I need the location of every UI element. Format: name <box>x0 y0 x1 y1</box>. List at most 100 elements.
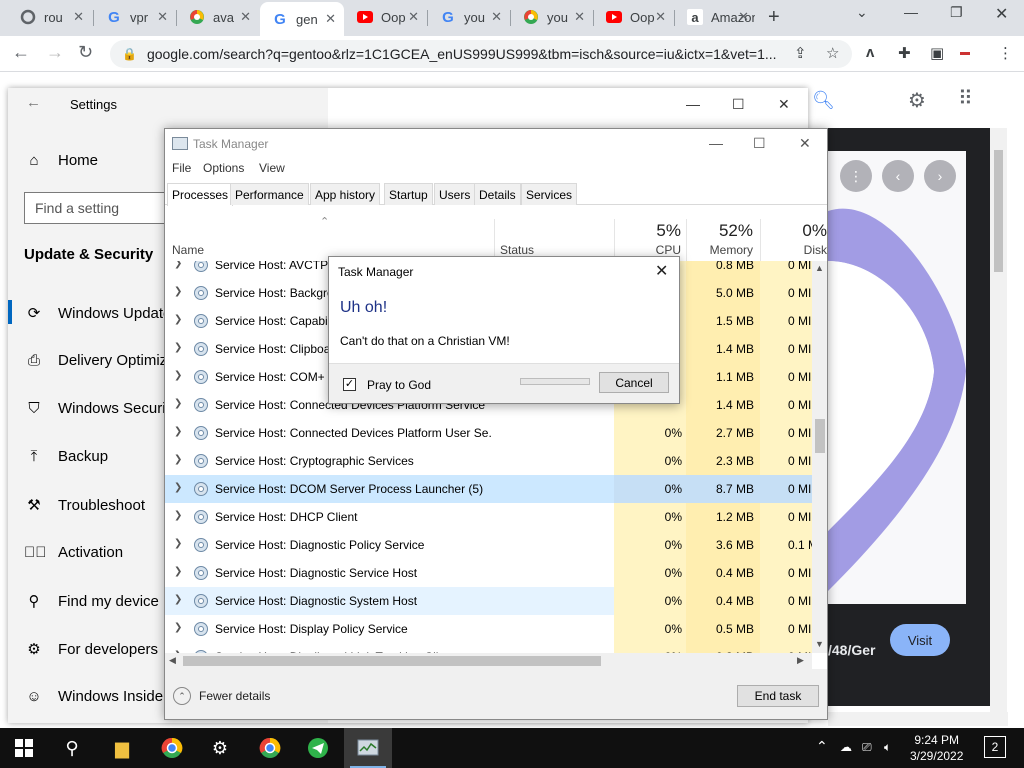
end-task-button[interactable]: End task <box>737 685 819 707</box>
expand-chevron-icon[interactable]: ❯ <box>174 370 182 381</box>
browser-tab[interactable]: rou ✕ <box>8 0 92 34</box>
browser-tab[interactable]: ava ✕ <box>177 0 259 34</box>
browser-tab[interactable]: Oop ✕ <box>594 0 674 34</box>
close-tab-icon[interactable]: ✕ <box>655 9 666 25</box>
sidebar-item-windows-update[interactable]: ⟳ Windows Update <box>24 304 172 323</box>
scroll-thumb[interactable] <box>183 656 601 666</box>
close-tab-icon[interactable]: ✕ <box>738 9 749 25</box>
column-disk[interactable]: Disk <box>775 243 827 257</box>
table-row[interactable]: ❯ Service Host: Diagnostic Policy Service… <box>165 531 815 559</box>
expand-chevron-icon[interactable]: ❯ <box>174 510 182 521</box>
tab-details[interactable]: Details <box>474 183 521 205</box>
tab-search-icon[interactable]: ⌄ <box>856 4 868 21</box>
close-tab-icon[interactable]: ✕ <box>240 9 251 25</box>
tab-performance[interactable]: Performance <box>230 183 309 205</box>
sidebar-item-activation[interactable]: ✓⃝ Activation <box>24 544 123 561</box>
cloud-icon[interactable]: ☁ <box>840 740 852 754</box>
close-tab-icon[interactable]: ✕ <box>574 9 585 25</box>
expand-chevron-icon[interactable]: ❯ <box>174 454 182 465</box>
expand-chevron-icon[interactable]: ❯ <box>174 622 182 633</box>
browser-tab-active[interactable]: G gen ✕ <box>260 2 344 36</box>
volume-icon[interactable]: 🔈︎ <box>884 740 891 755</box>
sidebar-item-find-my-device[interactable]: ⚲ Find my device <box>24 592 159 611</box>
column-name[interactable]: Name <box>172 243 204 257</box>
browser-tab[interactable]: you ✕ <box>511 0 593 34</box>
expand-chevron-icon[interactable]: ❯ <box>174 566 182 577</box>
side-panel-icon[interactable]: ▣ <box>930 44 944 62</box>
search-icon[interactable]: ⚲ <box>58 734 86 762</box>
column-status[interactable]: Status <box>500 243 534 257</box>
prev-image-icon[interactable]: ‹ <box>882 160 914 192</box>
table-row[interactable]: ❯ Service Host: Diagnostic System Host 0% 0… <box>165 587 815 615</box>
reload-icon[interactable]: ↻ <box>78 42 93 63</box>
checkbox-label[interactable]: Pray to God <box>367 378 431 392</box>
notification-center-icon[interactable]: 2 <box>984 736 1006 758</box>
scroll-thumb[interactable] <box>815 419 825 453</box>
back-icon[interactable]: ← <box>12 42 30 63</box>
browser-tab[interactable]: G vpr ✕ <box>94 0 176 34</box>
scroll-thumb[interactable] <box>994 150 1003 272</box>
sidebar-item-for-developers[interactable]: ⚙ For developers <box>24 640 158 659</box>
expand-chevron-icon[interactable]: ❯ <box>174 314 182 325</box>
bookmark-star-icon[interactable]: ☆ <box>826 44 839 62</box>
close-tab-icon[interactable]: ✕ <box>408 9 419 25</box>
settings-gear-icon[interactable]: ⚙ <box>206 734 234 762</box>
minimize-icon[interactable]: — <box>686 96 700 112</box>
close-tab-icon[interactable]: ✕ <box>325 11 336 27</box>
fewer-details-link[interactable]: ⌃ Fewer details <box>173 687 270 705</box>
maximize-icon[interactable]: ☐ <box>732 96 745 113</box>
process-list-scrollbar[interactable]: ▲ ▼ <box>812 261 827 653</box>
clock[interactable]: 9:24 PM 3/29/2022 <box>910 732 963 764</box>
settings-home[interactable]: ⌂ Home <box>24 152 98 169</box>
page-scrollbar[interactable] <box>990 128 1007 712</box>
chevron-up-icon[interactable]: ⌃ <box>816 738 828 755</box>
telegram-icon[interactable] <box>304 734 332 762</box>
profile-avatar[interactable]: ▬ <box>960 47 970 58</box>
table-row[interactable]: ❯ Service Host: Connected Devices Platfor… <box>165 419 815 447</box>
expand-chevron-icon[interactable]: ❯ <box>174 342 182 353</box>
sidebar-item-windows-insider[interactable]: ☺ Windows Insider I <box>24 688 176 705</box>
pray-checkbox[interactable]: ✓ <box>343 378 356 391</box>
apps-grid-icon[interactable]: ⠿ <box>958 86 973 111</box>
column-cpu[interactable]: CPU <box>635 243 681 257</box>
close-window-icon[interactable]: ✕ <box>995 4 1008 24</box>
table-row[interactable]: ❯ Service Host: DHCP Client 0% 1.2 MB 0 MI <box>165 503 815 531</box>
tab-services[interactable]: Services <box>521 183 578 205</box>
expand-chevron-icon[interactable]: ❯ <box>174 398 182 409</box>
menu-view[interactable]: View <box>259 161 285 175</box>
preview-image[interactable] <box>828 151 966 604</box>
expand-chevron-icon[interactable]: ❯ <box>174 538 182 549</box>
extension-icon[interactable]: ʌ <box>866 44 874 61</box>
browser-tab[interactable]: a Amazon ✕ <box>675 0 757 34</box>
tab-users[interactable]: Users <box>434 183 476 205</box>
table-row[interactable]: ❯ Service Host: DCOM Server Process Launc… <box>165 475 815 503</box>
address-bar[interactable]: 🔒 google.com/search?q=gentoo&rlz=1C1GCEA… <box>110 40 852 68</box>
visit-button[interactable]: Visit <box>890 624 950 656</box>
sidebar-item-troubleshoot[interactable]: ⚒ Troubleshoot <box>24 496 145 515</box>
tab-startup[interactable]: Startup <box>384 183 433 205</box>
minimize-icon[interactable]: — <box>709 135 723 151</box>
puzzle-icon[interactable]: ✚ <box>898 44 911 62</box>
next-image-icon[interactable]: › <box>924 160 956 192</box>
find-setting-input[interactable]: Find a setting <box>24 192 174 224</box>
search-icon[interactable]: 🔍︎ <box>812 90 835 111</box>
close-icon[interactable]: ✕ <box>655 261 668 281</box>
close-tab-icon[interactable]: ✕ <box>491 9 502 25</box>
file-explorer-icon[interactable]: ▆ <box>108 734 136 762</box>
column-memory[interactable]: Memory <box>693 243 753 257</box>
close-icon[interactable]: ✕ <box>778 96 790 113</box>
menu-dots-icon[interactable]: ⋮ <box>998 44 1013 62</box>
sidebar-item-delivery-optimization[interactable]: ⎙ Delivery Optimiza <box>24 352 176 369</box>
expand-chevron-icon[interactable]: ❯ <box>174 261 182 269</box>
browser-tab[interactable]: Oop ✕ <box>345 0 427 34</box>
browser-tab[interactable]: G you ✕ <box>428 0 510 34</box>
menu-file[interactable]: File <box>172 161 191 175</box>
sidebar-item-backup[interactable]: ⤒ Backup <box>24 448 108 465</box>
sidebar-item-windows-security[interactable]: ⛉ Windows Security <box>24 400 177 417</box>
close-tab-icon[interactable]: ✕ <box>157 9 168 25</box>
expand-chevron-icon[interactable]: ❯ <box>174 426 182 437</box>
restore-icon[interactable]: ❐ <box>950 4 963 21</box>
maximize-icon[interactable]: ☐ <box>753 135 766 152</box>
chrome-icon[interactable] <box>158 734 186 762</box>
table-row[interactable]: ❯ Service Host: Cryptographic Services 0% 2… <box>165 447 815 475</box>
